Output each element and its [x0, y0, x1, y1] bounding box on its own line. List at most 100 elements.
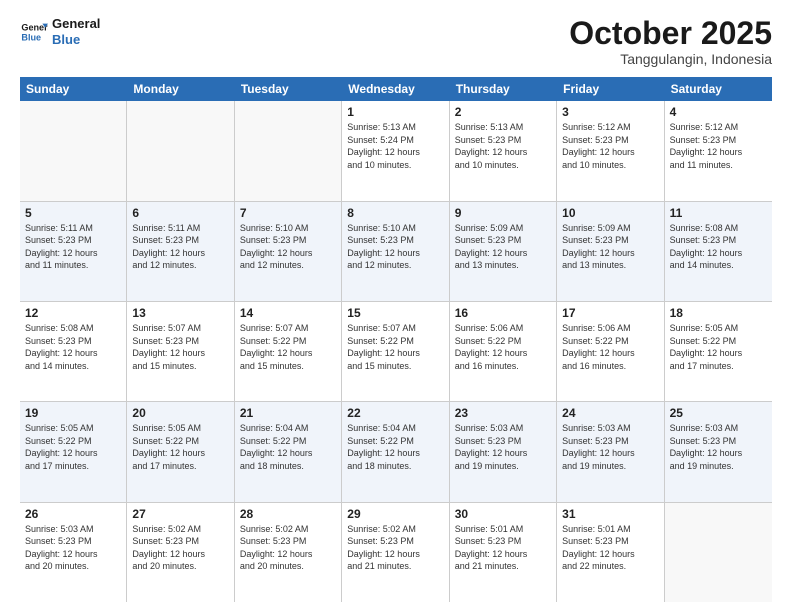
day-number: 31 [562, 507, 658, 521]
day-cell-10: 10 Sunrise: 5:09 AM Sunset: 5:23 PM Dayli… [557, 202, 664, 301]
day-number: 1 [347, 105, 443, 119]
day-number: 9 [455, 206, 551, 220]
empty-cell [127, 101, 234, 200]
day-number: 4 [670, 105, 767, 119]
day-number: 10 [562, 206, 658, 220]
day-number: 30 [455, 507, 551, 521]
day-cell-14: 14Sunrise: 5:07 AM Sunset: 5:22 PM Dayli… [235, 302, 342, 401]
day-number: 12 [25, 306, 121, 320]
weekday-header-saturday: Saturday [665, 77, 772, 101]
title-block: October 2025 Tanggulangin, Indonesia [569, 16, 772, 67]
day-number: 19 [25, 406, 121, 420]
day-number: 27 [132, 507, 228, 521]
weekday-header-monday: Monday [127, 77, 234, 101]
day-cell-30: 30 Sunrise: 5:01 AM Sunset: 5:23 PM Dayli… [450, 503, 557, 602]
day-info: Sunrise: 5:02 AM Sunset: 5:23 PM Dayligh… [240, 523, 336, 573]
day-number: 3 [562, 105, 658, 119]
day-cell-16: 16Sunrise: 5:06 AM Sunset: 5:22 PM Dayli… [450, 302, 557, 401]
weekday-header-thursday: Thursday [450, 77, 557, 101]
day-cell-18: 18 Sunrise: 5:05 AM Sunset: 5:22 PM Dayli… [665, 302, 772, 401]
day-info: Sunrise: 5:01 AM Sunset: 5:23 PM Dayligh… [455, 523, 551, 573]
day-cell-3: 3 Sunrise: 5:12 AM Sunset: 5:23 PM Daylig… [557, 101, 664, 200]
day-number: 18 [670, 306, 767, 320]
calendar-row-3: 19 Sunrise: 5:05 AM Sunset: 5:22 PM Dayli… [20, 402, 772, 502]
day-info: Sunrise: 5:10 AM Sunset: 5:23 PM Dayligh… [347, 222, 443, 272]
day-number: 5 [25, 206, 121, 220]
svg-text:Blue: Blue [21, 32, 41, 42]
day-number: 22 [347, 406, 443, 420]
day-info: Sunrise: 5:07 AM Sunset: 5:23 PM Dayligh… [132, 322, 228, 372]
day-cell-24: 24 Sunrise: 5:03 AM Sunset: 5:23 PM Dayli… [557, 402, 664, 501]
day-cell-11: 11 Sunrise: 5:08 AM Sunset: 5:23 PM Dayli… [665, 202, 772, 301]
day-cell-7: 7 Sunrise: 5:10 AM Sunset: 5:23 PM Daylig… [235, 202, 342, 301]
empty-cell [235, 101, 342, 200]
calendar-row-4: 26 Sunrise: 5:03 AM Sunset: 5:23 PM Dayli… [20, 503, 772, 602]
day-number: 20 [132, 406, 228, 420]
calendar-header: SundayMondayTuesdayWednesdayThursdayFrid… [20, 77, 772, 101]
day-info: Sunrise: 5:03 AM Sunset: 5:23 PM Dayligh… [25, 523, 121, 573]
day-number: 14 [240, 306, 336, 320]
day-info: Sunrise: 5:05 AM Sunset: 5:22 PM Dayligh… [132, 422, 228, 472]
calendar-row-1: 5 Sunrise: 5:11 AM Sunset: 5:23 PM Daylig… [20, 202, 772, 302]
day-info: Sunrise: 5:08 AM Sunset: 5:23 PM Dayligh… [25, 322, 121, 372]
day-cell-22: 22 Sunrise: 5:04 AM Sunset: 5:22 PM Dayli… [342, 402, 449, 501]
day-cell-26: 26 Sunrise: 5:03 AM Sunset: 5:23 PM Dayli… [20, 503, 127, 602]
day-cell-6: 6Sunrise: 5:11 AM Sunset: 5:23 PM Daylig… [127, 202, 234, 301]
day-cell-17: 17Sunrise: 5:06 AM Sunset: 5:22 PM Dayli… [557, 302, 664, 401]
logo-icon: General Blue [20, 18, 48, 46]
day-info: Sunrise: 5:12 AM Sunset: 5:23 PM Dayligh… [562, 121, 658, 171]
calendar-row-2: 12 Sunrise: 5:08 AM Sunset: 5:23 PM Dayli… [20, 302, 772, 402]
day-number: 8 [347, 206, 443, 220]
calendar-row-0: 1 Sunrise: 5:13 AM Sunset: 5:24 PM Daylig… [20, 101, 772, 201]
day-info: Sunrise: 5:02 AM Sunset: 5:23 PM Dayligh… [347, 523, 443, 573]
day-number: 25 [670, 406, 767, 420]
day-info: Sunrise: 5:05 AM Sunset: 5:22 PM Dayligh… [670, 322, 767, 372]
weekday-header-sunday: Sunday [20, 77, 127, 101]
day-info: Sunrise: 5:10 AM Sunset: 5:23 PM Dayligh… [240, 222, 336, 272]
day-cell-29: 29 Sunrise: 5:02 AM Sunset: 5:23 PM Dayli… [342, 503, 449, 602]
day-cell-15: 15Sunrise: 5:07 AM Sunset: 5:22 PM Dayli… [342, 302, 449, 401]
day-number: 29 [347, 507, 443, 521]
calendar-body: 1 Sunrise: 5:13 AM Sunset: 5:24 PM Daylig… [20, 101, 772, 602]
day-number: 11 [670, 206, 767, 220]
day-info: Sunrise: 5:02 AM Sunset: 5:23 PM Dayligh… [132, 523, 228, 573]
day-info: Sunrise: 5:09 AM Sunset: 5:23 PM Dayligh… [562, 222, 658, 272]
day-info: Sunrise: 5:03 AM Sunset: 5:23 PM Dayligh… [562, 422, 658, 472]
day-cell-25: 25Sunrise: 5:03 AM Sunset: 5:23 PM Dayli… [665, 402, 772, 501]
day-cell-20: 20 Sunrise: 5:05 AM Sunset: 5:22 PM Dayli… [127, 402, 234, 501]
day-info: Sunrise: 5:04 AM Sunset: 5:22 PM Dayligh… [240, 422, 336, 472]
header: General Blue General Blue October 2025 T… [20, 16, 772, 67]
day-info: Sunrise: 5:09 AM Sunset: 5:23 PM Dayligh… [455, 222, 551, 272]
day-cell-12: 12 Sunrise: 5:08 AM Sunset: 5:23 PM Dayli… [20, 302, 127, 401]
day-info: Sunrise: 5:12 AM Sunset: 5:23 PM Dayligh… [670, 121, 767, 171]
weekday-header-friday: Friday [557, 77, 664, 101]
day-number: 21 [240, 406, 336, 420]
day-cell-21: 21 Sunrise: 5:04 AM Sunset: 5:22 PM Dayli… [235, 402, 342, 501]
weekday-header-wednesday: Wednesday [342, 77, 449, 101]
day-cell-31: 31 Sunrise: 5:01 AM Sunset: 5:23 PM Dayli… [557, 503, 664, 602]
day-cell-1: 1 Sunrise: 5:13 AM Sunset: 5:24 PM Daylig… [342, 101, 449, 200]
day-number: 7 [240, 206, 336, 220]
empty-cell [665, 503, 772, 602]
day-number: 23 [455, 406, 551, 420]
day-cell-28: 28 Sunrise: 5:02 AM Sunset: 5:23 PM Dayli… [235, 503, 342, 602]
day-info: Sunrise: 5:04 AM Sunset: 5:22 PM Dayligh… [347, 422, 443, 472]
day-cell-23: 23 Sunrise: 5:03 AM Sunset: 5:23 PM Dayli… [450, 402, 557, 501]
day-number: 26 [25, 507, 121, 521]
day-number: 28 [240, 507, 336, 521]
calendar: SundayMondayTuesdayWednesdayThursdayFrid… [20, 77, 772, 602]
day-info: Sunrise: 5:11 AM Sunset: 5:23 PM Dayligh… [25, 222, 121, 272]
day-number: 2 [455, 105, 551, 119]
day-cell-5: 5 Sunrise: 5:11 AM Sunset: 5:23 PM Daylig… [20, 202, 127, 301]
empty-cell [20, 101, 127, 200]
day-info: Sunrise: 5:07 AM Sunset: 5:22 PM Dayligh… [347, 322, 443, 372]
logo-line2: Blue [52, 32, 100, 48]
day-info: Sunrise: 5:03 AM Sunset: 5:23 PM Dayligh… [455, 422, 551, 472]
subtitle: Tanggulangin, Indonesia [569, 51, 772, 67]
day-info: Sunrise: 5:05 AM Sunset: 5:22 PM Dayligh… [25, 422, 121, 472]
day-info: Sunrise: 5:08 AM Sunset: 5:23 PM Dayligh… [670, 222, 767, 272]
day-info: Sunrise: 5:01 AM Sunset: 5:23 PM Dayligh… [562, 523, 658, 573]
logo: General Blue General Blue [20, 16, 100, 47]
day-number: 24 [562, 406, 658, 420]
day-info: Sunrise: 5:13 AM Sunset: 5:24 PM Dayligh… [347, 121, 443, 171]
